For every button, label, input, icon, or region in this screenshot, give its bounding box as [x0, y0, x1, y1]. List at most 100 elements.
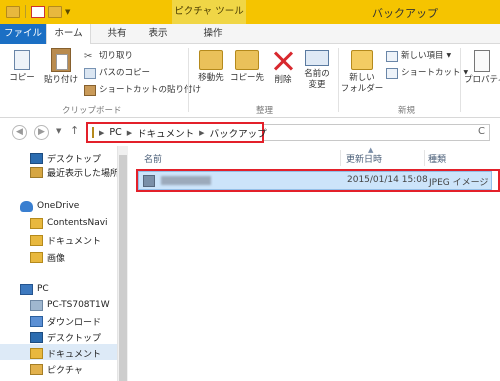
folder-icon[interactable] — [6, 5, 20, 18]
desktop-icon — [30, 152, 43, 164]
nav-item-recent-places[interactable]: 最近表示した場所 — [30, 164, 119, 180]
ribbon: コピー 貼り付け ✂ 切り取り パスのコピー ショートカットの貼り付け クリップ… — [0, 44, 500, 118]
nav-item-pictures[interactable]: ピクチャ — [30, 361, 83, 377]
breadcrumb-documents[interactable]: ドキュメント — [137, 126, 194, 140]
column-header-type[interactable]: 種類 — [428, 152, 446, 165]
nav-item-pc-documents[interactable]: ドキュメント — [30, 345, 101, 361]
copy-icon — [14, 50, 30, 70]
shortcut-icon — [386, 67, 398, 79]
column-header-name[interactable]: 名前 — [144, 152, 162, 165]
new-item-icon — [386, 50, 398, 62]
nav-item-downloads[interactable]: ダウンロード — [30, 313, 101, 329]
file-highlight-box — [136, 169, 500, 192]
folder-icon — [92, 127, 94, 138]
nav-item-contentsnavi[interactable]: ContentsNavi — [30, 215, 108, 231]
address-bar[interactable]: ▶ PC ▶ ドキュメント ▶ バックアップ — [86, 122, 267, 143]
rename-button[interactable]: 名前の 変更 — [299, 50, 335, 91]
move-to-button[interactable]: 移動先 — [193, 50, 229, 84]
delete-icon — [272, 50, 294, 72]
chevron-right-icon: ▶ — [199, 128, 205, 137]
tab-share[interactable]: 共有 — [96, 24, 138, 44]
pictures-icon — [30, 363, 43, 375]
tab-file[interactable]: ファイル — [0, 24, 46, 44]
pc-icon — [20, 283, 33, 295]
nav-item-label: ピクチャ — [47, 365, 83, 376]
breadcrumb-backup[interactable]: バックアップ — [210, 126, 267, 140]
paste-shortcut-button[interactable]: ショートカットの貼り付け — [84, 83, 201, 97]
nav-item-label: PC — [37, 284, 49, 294]
delete-button[interactable]: 削除 — [268, 50, 298, 86]
nav-scrollbar-thumb[interactable] — [119, 155, 127, 381]
desktop-icon — [30, 331, 43, 343]
chevron-down-icon[interactable]: ▼ — [65, 8, 70, 16]
recent-places-icon — [30, 166, 43, 178]
move-to-label: 移動先 — [198, 73, 224, 83]
copy-path-button[interactable]: パスのコピー — [84, 66, 150, 80]
copy-button[interactable]: コピー — [6, 50, 38, 84]
nav-item-pc-desktop[interactable]: デスクトップ — [30, 329, 101, 345]
new-item-button[interactable]: 新しい項目 ▼ — [386, 49, 451, 63]
nav-item-onedrive[interactable]: OneDrive — [20, 198, 79, 214]
copy-to-icon — [235, 50, 259, 70]
nav-item-pc[interactable]: PC — [20, 281, 49, 297]
picture-tools-context-tab: ピクチャ ツール — [172, 0, 246, 24]
back-button[interactable]: ◀ — [12, 125, 27, 140]
properties-button[interactable]: プロパティ — [464, 50, 500, 86]
copy-to-button[interactable]: コピー先 — [229, 50, 265, 84]
window-title: バックアップ — [372, 7, 438, 20]
organize-group-label: 整理 — [256, 106, 274, 116]
group-divider — [460, 48, 461, 112]
copy-to-label: コピー先 — [229, 73, 264, 83]
properties-label: プロパティ — [464, 75, 500, 85]
nav-item-label: OneDrive — [37, 201, 80, 211]
tab-view[interactable]: 表示 — [138, 24, 178, 44]
nav-item-onedrive-documents[interactable]: ドキュメント — [30, 232, 101, 248]
properties-icon — [474, 50, 490, 72]
new-folder-icon — [351, 50, 373, 70]
quick-access-toolbar: ▼ — [6, 5, 70, 18]
group-divider — [338, 48, 339, 112]
refresh-icon[interactable]: C — [478, 126, 485, 137]
shortcut-label: ショートカット — [401, 68, 461, 78]
nav-item-label: ドキュメント — [47, 349, 102, 360]
forward-button[interactable]: ▶ — [34, 125, 49, 140]
copy-path-icon — [84, 67, 96, 79]
nav-item-label: ContentsNavi — [47, 218, 108, 228]
new-group-label: 新規 — [398, 106, 416, 116]
clipboard-group-label: クリップボード — [62, 106, 122, 116]
group-divider — [188, 48, 189, 112]
nav-item-images[interactable]: 画像 — [30, 249, 65, 265]
cut-button[interactable]: ✂ 切り取り — [84, 49, 133, 63]
separator — [25, 5, 26, 18]
column-header-date-modified[interactable]: 更新日時 — [346, 152, 382, 165]
nav-item-computer[interactable]: PC-TS708T1W — [30, 297, 110, 313]
tab-manage[interactable]: 操作 — [186, 24, 240, 44]
breadcrumb-pc[interactable]: PC — [109, 127, 121, 138]
folder-icon — [30, 217, 43, 229]
new-item-label: 新しい項目 — [401, 51, 444, 61]
tab-home[interactable]: ホーム — [46, 24, 91, 45]
paste-shortcut-label: ショートカットの貼り付け — [99, 85, 202, 95]
chevron-right-icon: ▶ — [99, 128, 105, 137]
column-divider[interactable] — [340, 150, 341, 166]
column-divider[interactable] — [424, 150, 425, 166]
new-folder-label-line1: 新しい — [349, 73, 375, 83]
up-arrow-icon[interactable]: ↑ — [70, 124, 79, 137]
scissors-icon: ✂ — [84, 50, 93, 62]
nav-item-label: デスクトップ — [47, 154, 102, 165]
paste-icon — [51, 48, 71, 72]
nav-item-label: ダウンロード — [47, 317, 102, 328]
address-bar-extension[interactable]: C — [264, 124, 490, 141]
new-folder-icon[interactable] — [48, 5, 62, 18]
computer-icon — [30, 299, 43, 311]
paste-label: 貼り付け — [43, 75, 78, 85]
column-headers: 名前 ▲ 更新日時 種類 — [132, 146, 500, 166]
ribbon-tabs: ファイル ホーム 共有 表示 操作 — [0, 24, 500, 45]
paste-button[interactable]: 貼り付け — [40, 48, 82, 86]
properties-icon[interactable] — [31, 5, 45, 18]
new-folder-button[interactable]: 新しい フォルダー — [340, 50, 384, 95]
easy-access-shortcut-button[interactable]: ショートカット ▼ — [386, 66, 468, 80]
onedrive-icon — [20, 200, 33, 212]
recent-locations-chevron-icon[interactable]: ▼ — [56, 127, 61, 135]
new-folder-label-line2: フォルダー — [340, 84, 384, 94]
